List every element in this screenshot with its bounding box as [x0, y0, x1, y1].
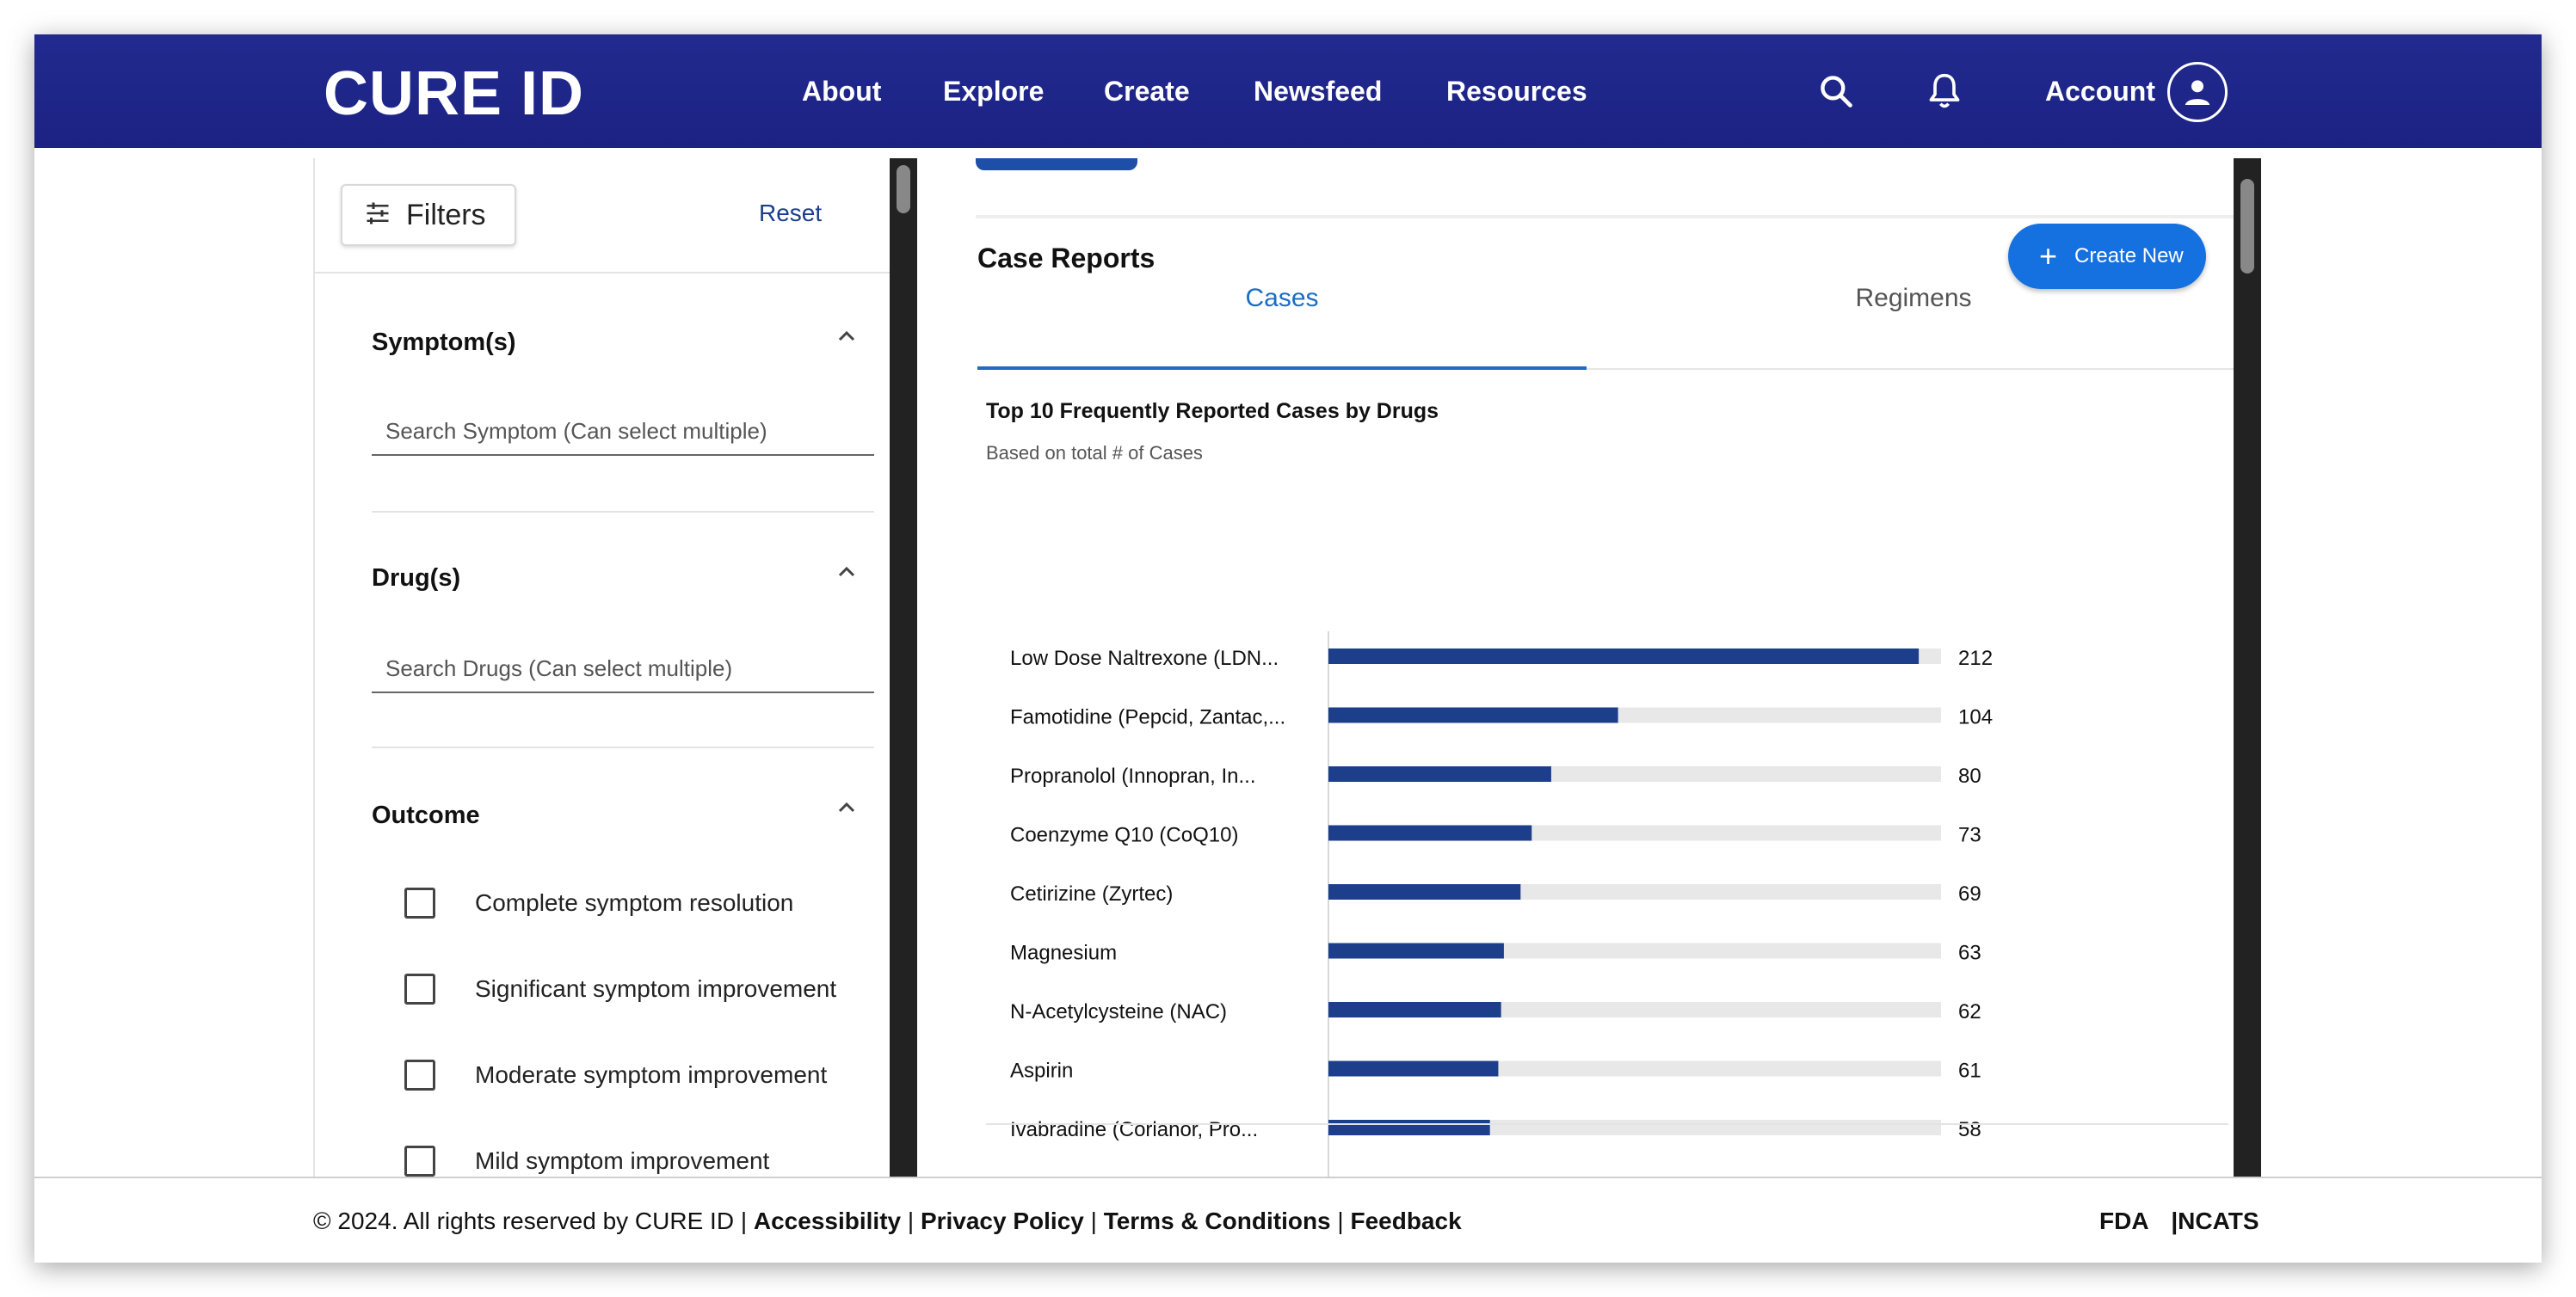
site-footer: © 2024. All rights reserved by CURE ID |…	[34, 1177, 2542, 1263]
filters-button[interactable]: Filters	[341, 184, 516, 246]
drugs-section-title[interactable]: Drug(s)	[372, 564, 460, 593]
bar-value-label: 63	[1958, 942, 1981, 965]
outcome-option[interactable]: Complete symptom resolution	[404, 886, 793, 920]
footer-link-feedback[interactable]: Feedback	[1350, 1208, 1461, 1234]
bar-value-label: 104	[1958, 706, 1993, 729]
bar-category-label: Low Dose Naltrexone (LDN...	[1010, 647, 1279, 670]
bar-value-label: 61	[1958, 1060, 1981, 1083]
plus-icon: +	[2039, 238, 2058, 274]
divider	[315, 272, 891, 274]
nav-about[interactable]: About	[802, 76, 881, 108]
nav-explore[interactable]: Explore	[943, 76, 1044, 108]
outcome-option-label: Mild symptom improvement	[475, 1147, 770, 1174]
bar-category-label: Magnesium	[1010, 942, 1117, 965]
outcome-option-label: Moderate symptom improvement	[475, 1061, 828, 1088]
chart-title: Top 10 Frequently Reported Cases by Drug…	[986, 399, 1439, 423]
bar-category-label: N-Acetylcysteine (NAC)	[1010, 1000, 1227, 1023]
account-avatar-icon[interactable]	[2167, 62, 2228, 122]
account-label[interactable]: Account	[2045, 76, 2155, 108]
footer-link-ncats[interactable]: NCATS	[2178, 1208, 2259, 1234]
partial-button[interactable]	[976, 158, 1137, 170]
bar-value-label: 212	[1958, 647, 1993, 670]
symptoms-section-title[interactable]: Symptom(s)	[372, 329, 516, 357]
symptom-search-input[interactable]	[385, 418, 867, 445]
scrollbar-thumb[interactable]	[897, 165, 910, 213]
nav-newsfeed[interactable]: Newsfeed	[1254, 76, 1382, 108]
bar[interactable]	[1328, 766, 1551, 782]
outcome-option[interactable]: Moderate symptom improvement	[404, 1058, 827, 1092]
drug-search-field[interactable]	[372, 642, 874, 693]
footer-links: © 2024. All rights reserved by CURE ID |…	[313, 1208, 1462, 1234]
site-header: CURE ID About Explore Create Newsfeed Re…	[34, 34, 2542, 148]
footer-link-terms[interactable]: Terms & Conditions	[1104, 1208, 1331, 1234]
bar-category-label: Ivabradine (Corlanor, Pro...	[1010, 1118, 1258, 1141]
bar-value-label: 62	[1958, 1000, 1981, 1023]
chart-subtitle: Based on total # of Cases	[986, 442, 1203, 464]
chevron-up-icon[interactable]	[836, 800, 857, 814]
bar-value-label: 69	[1958, 882, 1981, 906]
checkbox[interactable]	[404, 1146, 435, 1177]
bar[interactable]	[1328, 1120, 1490, 1135]
bar-value-label: 73	[1958, 824, 1981, 847]
sidebar-scrollbar[interactable]	[890, 158, 917, 1208]
divider	[372, 747, 874, 748]
footer-link-fda[interactable]: FDA	[2099, 1208, 2149, 1234]
footer-link-privacy[interactable]: Privacy Policy	[921, 1208, 1084, 1234]
bar[interactable]	[1328, 825, 1532, 841]
bar-category-label: Famotidine (Pepcid, Zantac,...	[1010, 706, 1285, 729]
outcome-section-title[interactable]: Outcome	[372, 802, 480, 830]
case-reports-title: Case Reports	[977, 243, 1156, 274]
cure-id-logo[interactable]: CURE ID	[324, 58, 584, 129]
filters-label: Filters	[406, 198, 486, 231]
bar-chart: Low Dose Naltrexone (LDN... 212 Famotidine…	[1010, 631, 1993, 1208]
chevron-up-icon[interactable]	[836, 329, 857, 342]
symptom-search-field[interactable]	[372, 404, 874, 456]
checkbox[interactable]	[404, 888, 435, 919]
outcome-option[interactable]: Significant symptom improvement	[404, 972, 836, 1006]
bar-value-label: 80	[1958, 765, 1981, 788]
checkbox[interactable]	[404, 974, 435, 1005]
outcome-option-label: Significant symptom improvement	[475, 975, 837, 1002]
copyright-text: © 2024. All rights reserved by CURE ID	[313, 1208, 735, 1234]
divider	[372, 511, 874, 513]
bar-category-label: Propranolol (Innopran, In...	[1010, 765, 1256, 788]
sliders-icon	[365, 201, 391, 230]
active-tab-indicator	[977, 366, 1587, 370]
bell-icon[interactable]	[1926, 71, 1963, 112]
footer-link-accessibility[interactable]: Accessibility	[754, 1208, 901, 1234]
main-scrollbar[interactable]	[2234, 158, 2261, 1208]
outcome-option-label: Complete symptom resolution	[475, 889, 794, 916]
bar[interactable]	[1328, 648, 1920, 664]
reset-link[interactable]: Reset	[759, 200, 822, 227]
nav-create[interactable]: Create	[1104, 76, 1190, 108]
browser-frame: CURE ID About Explore Create Newsfeed Re…	[34, 34, 2542, 1263]
bar[interactable]	[1328, 884, 1521, 900]
create-new-label: Create New	[2074, 244, 2184, 267]
filters-sidebar: Filters Reset Symptom(s) Drug(s) Outcome…	[313, 158, 891, 1208]
bar[interactable]	[1328, 707, 1618, 723]
search-icon[interactable]	[1817, 72, 1855, 110]
nav-resources[interactable]: Resources	[1446, 76, 1587, 108]
case-reports-panel: Case Reports + Create New Cases Regimens…	[917, 158, 2234, 1208]
tab-cases[interactable]: Cases	[977, 284, 1587, 327]
bar[interactable]	[1328, 1002, 1501, 1017]
drug-search-input[interactable]	[385, 655, 867, 682]
divider	[976, 215, 2234, 218]
create-new-button[interactable]: + Create New	[2008, 224, 2206, 289]
bar-category-label: Coenzyme Q10 (CoQ10)	[1010, 824, 1238, 847]
bar[interactable]	[1328, 1060, 1499, 1077]
outcome-option[interactable]: Mild symptom improvement	[404, 1144, 769, 1178]
tab-regimens[interactable]: Regimens	[1587, 284, 2234, 327]
bar-category-label: Aspirin	[1010, 1060, 1073, 1083]
checkbox[interactable]	[404, 1060, 435, 1091]
bar-value-label: 58	[1958, 1118, 1981, 1141]
bar[interactable]	[1328, 943, 1504, 959]
divider	[986, 1123, 2228, 1125]
scrollbar-thumb[interactable]	[2240, 179, 2254, 274]
footer-agencies: FDA |NCATS	[2099, 1208, 2259, 1234]
bar-category-label: Cetirizine (Zyrtec)	[1010, 882, 1173, 906]
chevron-up-icon[interactable]	[836, 564, 857, 578]
